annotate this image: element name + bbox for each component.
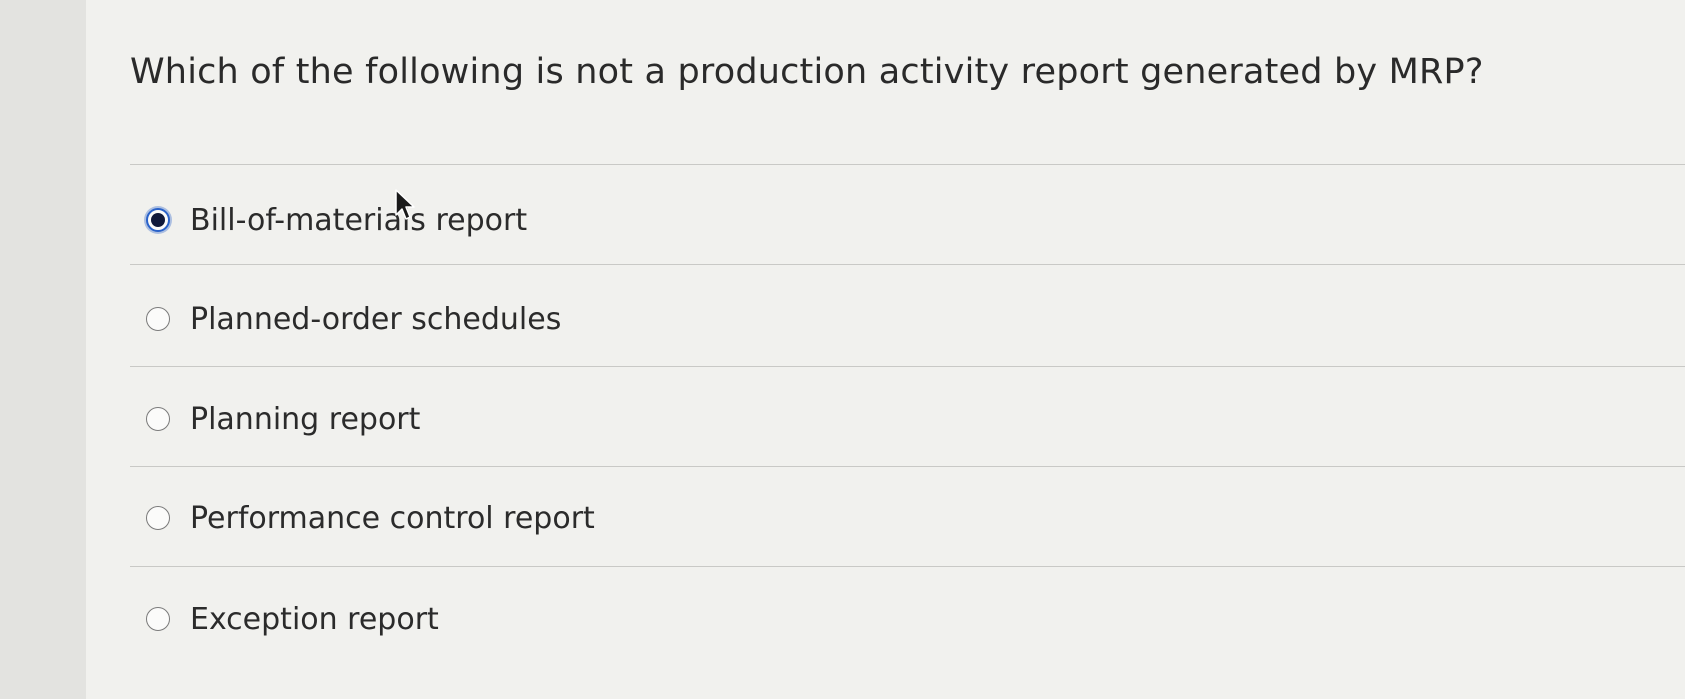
divider	[130, 466, 1685, 467]
question-text: Which of the following is not a producti…	[130, 52, 1484, 92]
option-label: Bill-of-materials report	[190, 202, 528, 238]
radio-button[interactable]	[146, 607, 170, 631]
option-planned-order-schedules[interactable]: Planned-order schedules	[146, 297, 561, 341]
divider	[130, 566, 1685, 567]
option-label: Planning report	[190, 401, 421, 437]
option-performance-control-report[interactable]: Performance control report	[146, 496, 595, 540]
radio-selected-dot	[151, 213, 165, 227]
option-label: Exception report	[190, 601, 439, 637]
question-panel: Which of the following is not a producti…	[86, 0, 1685, 699]
divider	[130, 164, 1685, 165]
option-planning-report[interactable]: Planning report	[146, 397, 420, 441]
divider	[130, 264, 1685, 265]
mouse-pointer-icon	[395, 189, 415, 220]
left-margin-panel	[0, 0, 88, 699]
option-bill-of-materials[interactable]: Bill-of-materials report	[146, 198, 527, 242]
radio-button-selected[interactable]	[146, 208, 170, 232]
divider	[130, 366, 1685, 367]
radio-button[interactable]	[146, 506, 170, 530]
radio-button[interactable]	[146, 407, 170, 431]
quiz-screen: Which of the following is not a producti…	[0, 0, 1685, 699]
option-label: Planned-order schedules	[190, 301, 562, 337]
option-label: Performance control report	[190, 500, 595, 536]
radio-button[interactable]	[146, 307, 170, 331]
option-exception-report[interactable]: Exception report	[146, 597, 439, 641]
